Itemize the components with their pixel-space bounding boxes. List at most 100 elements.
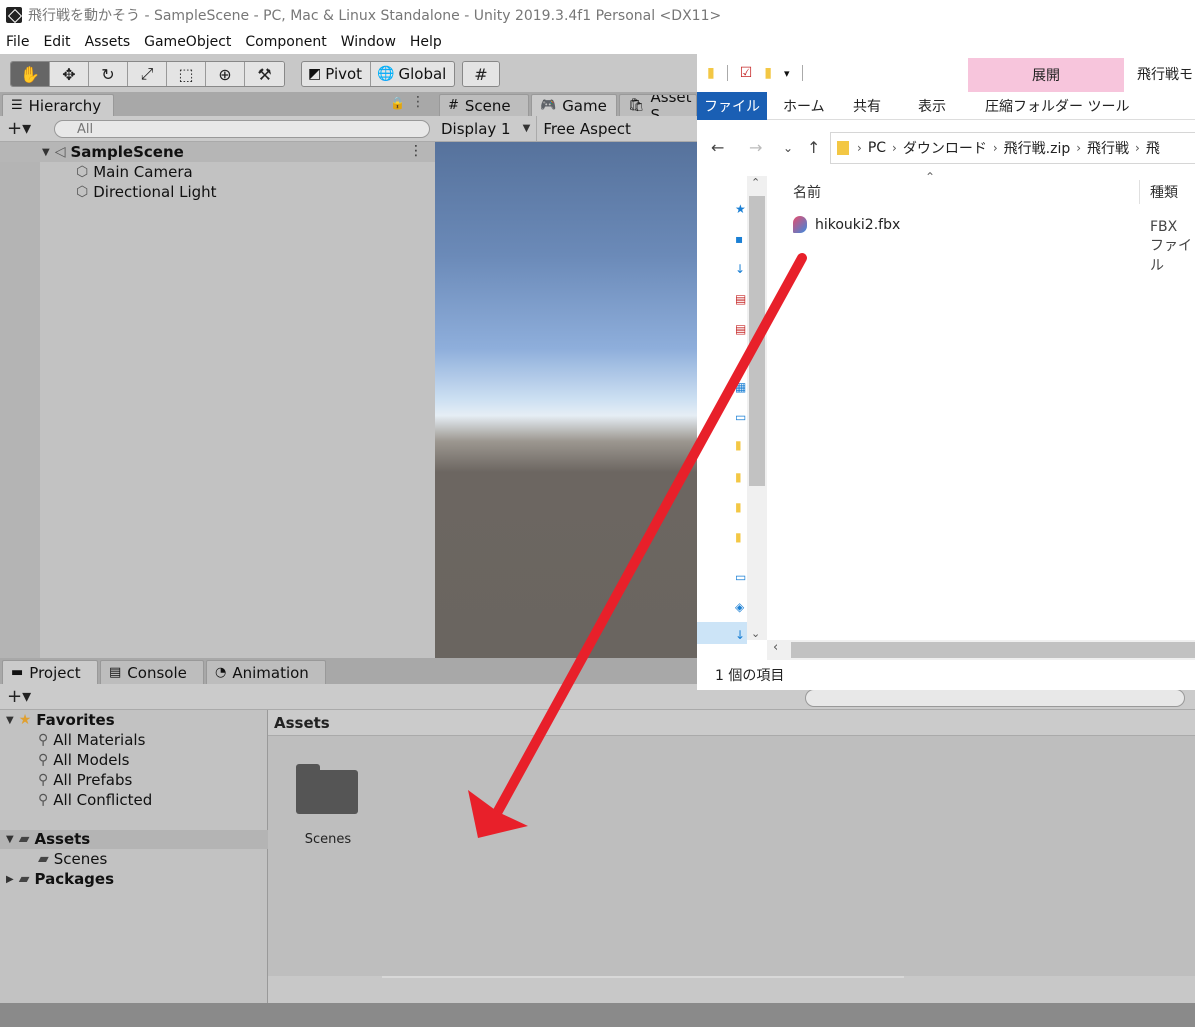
chevron-right-icon[interactable]: › [1135, 141, 1140, 155]
tab-scene[interactable]: # Scene [439, 94, 529, 116]
horizontal-scrollbar[interactable]: ‹ [767, 640, 1195, 660]
create-dropdown-button[interactable]: +▾ [7, 118, 31, 139]
tree-item-scenes[interactable]: ▰ Scenes [38, 849, 107, 869]
column-header-name[interactable]: 名前 [793, 182, 821, 202]
customize-dropdown-icon[interactable]: ▾ [784, 67, 790, 80]
chevron-right-icon[interactable]: › [892, 141, 897, 155]
chevron-right-icon[interactable]: › [1076, 141, 1081, 155]
tree-item-all-materials[interactable]: ⚲ All Materials [38, 730, 145, 750]
horizontal-scroll-thumb[interactable] [791, 642, 1195, 658]
breadcrumb-subfolder[interactable]: 飛 [1146, 138, 1160, 158]
tab-hierarchy[interactable]: ☰ Hierarchy [2, 94, 114, 116]
hand-tool-button[interactable]: ✋ [11, 62, 50, 86]
breadcrumb-zip[interactable]: 飛行戦.zip [1004, 138, 1071, 158]
tree-item-directional-light[interactable]: ⬡ Directional Light [76, 182, 217, 202]
chevron-up-icon[interactable]: ⌃ [751, 176, 760, 189]
downloads-icon[interactable]: ↓ [735, 628, 745, 642]
new-folder-icon[interactable]: ▮ [764, 65, 772, 81]
lock-icon[interactable]: 🔒 [390, 96, 405, 110]
file-row[interactable]: hikouki2.fbx [793, 216, 900, 233]
back-arrow-icon[interactable]: ← [711, 138, 724, 157]
chevron-right-icon[interactable]: › [857, 141, 862, 155]
breadcrumb-folder[interactable]: 飛行戦 [1087, 138, 1129, 158]
custom-tool-button[interactable]: ⚒ [245, 62, 284, 86]
windows-icon[interactable]: ▦ [735, 380, 746, 394]
breadcrumb-downloads[interactable]: ダウンロード [903, 138, 987, 158]
tree-item-samplescene[interactable]: ▼ ◁ SampleScene [42, 142, 184, 162]
pivot-toggle-button[interactable]: ◩ Pivot [302, 62, 372, 86]
tree-item-all-conflicted[interactable]: ⚲ All Conflicted [38, 790, 152, 810]
tab-game[interactable]: 🎮 Game [531, 94, 617, 116]
pc-icon[interactable]: ▭ [735, 570, 746, 584]
rect-tool-button[interactable]: ⬚ [167, 62, 206, 86]
game-view-viewport[interactable] [435, 142, 697, 658]
scale-tool-button[interactable]: ⤢ [128, 62, 167, 86]
display-dropdown[interactable]: Display 1 ▼ [435, 115, 538, 142]
icon-size-slider[interactable] [382, 976, 904, 978]
tree-item-favorites[interactable]: ▼ ★ Favorites [6, 710, 115, 730]
project-search-input[interactable] [805, 689, 1185, 707]
create-asset-dropdown-button[interactable]: +▾ [7, 686, 31, 707]
rotate-tool-button[interactable]: ↻ [89, 62, 128, 86]
tree-item-all-prefabs[interactable]: ⚲ All Prefabs [38, 770, 132, 790]
expand-arrow-icon[interactable]: ▼ [6, 834, 14, 845]
column-divider[interactable] [1139, 180, 1140, 204]
document-icon[interactable]: ▤ [735, 292, 746, 306]
expand-arrow-icon[interactable]: ▼ [42, 147, 50, 158]
tab-project[interactable]: ▬ Project [2, 660, 98, 684]
folder-icon[interactable]: ▮ [735, 530, 742, 544]
quick-access-star-icon[interactable]: ★ [735, 202, 746, 216]
menu-file[interactable]: File [6, 34, 29, 50]
scene-options-icon[interactable]: ⋮ [409, 143, 423, 159]
menu-component[interactable]: Component [245, 34, 326, 50]
tab-animation[interactable]: ◔ Animation [206, 660, 326, 684]
ribbon-tab-home[interactable]: ホーム [783, 92, 825, 120]
address-bar[interactable]: › PC › ダウンロード › 飛行戦.zip › 飛行戦 › 飛 [830, 132, 1195, 164]
ribbon-tab-file[interactable]: ファイル [697, 92, 767, 120]
project-content-area[interactable]: Scenes [268, 736, 1195, 976]
global-toggle-button[interactable]: 🌐 Global [371, 62, 454, 86]
tree-item-main-camera[interactable]: ⬡ Main Camera [76, 162, 193, 182]
ribbon-tab-share[interactable]: 共有 [853, 92, 881, 120]
properties-check-icon[interactable]: ☑ [740, 65, 753, 81]
chevron-right-icon[interactable]: › [993, 141, 998, 155]
tree-item-packages[interactable]: ▶ ▰ Packages [6, 869, 114, 889]
expand-arrow-icon[interactable]: ▼ [6, 715, 14, 726]
column-header-type[interactable]: 種類 [1150, 182, 1178, 202]
tab-asset-store[interactable]: 🛍 Asset S [619, 94, 697, 116]
up-arrow-icon[interactable]: ↑ [807, 138, 820, 157]
chevron-down-icon[interactable]: ⌄ [751, 627, 760, 640]
aspect-dropdown[interactable]: Free Aspect [537, 116, 637, 142]
kebab-menu-icon[interactable]: ⋮ [411, 94, 425, 110]
menu-assets[interactable]: Assets [85, 34, 131, 50]
desktop-icon[interactable]: ▪ [735, 232, 743, 246]
document-icon[interactable]: ▤ [735, 322, 746, 336]
menu-gameobject[interactable]: GameObject [144, 34, 231, 50]
ribbon-tab-view[interactable]: 表示 [918, 92, 946, 120]
extract-context-tab[interactable]: 展開 [968, 58, 1124, 92]
transform-tool-button[interactable]: ⊕ [206, 62, 245, 86]
folder-icon[interactable]: ▮ [735, 470, 742, 484]
grid-snap-button[interactable]: # [463, 62, 499, 86]
hierarchy-search-input[interactable] [54, 120, 430, 138]
nav-pane-scroll-thumb[interactable] [749, 196, 765, 486]
recent-locations-chevron-icon[interactable]: ⌄ [783, 141, 793, 155]
drive-icon[interactable]: ▭ [735, 410, 746, 424]
folder-icon[interactable]: ▮ [735, 438, 742, 452]
folder-icon[interactable]: ▮ [707, 65, 715, 81]
tree-item-assets[interactable]: ▼ ▰ Assets [6, 829, 90, 849]
content-header-label[interactable]: Assets [274, 714, 330, 732]
downloads-icon[interactable]: ↓ [735, 262, 745, 276]
move-tool-button[interactable]: ✥ [50, 62, 89, 86]
menu-window[interactable]: Window [341, 34, 396, 50]
folder-scenes-icon[interactable] [296, 764, 358, 814]
menu-help[interactable]: Help [410, 34, 442, 50]
chevron-left-icon[interactable]: ‹ [773, 640, 778, 655]
menu-edit[interactable]: Edit [43, 34, 70, 50]
tree-item-all-models[interactable]: ⚲ All Models [38, 750, 129, 770]
3d-objects-icon[interactable]: ◈ [735, 600, 744, 614]
folder-icon[interactable]: ▮ [735, 500, 742, 514]
breadcrumb-pc[interactable]: PC [868, 140, 886, 156]
forward-arrow-icon[interactable]: → [749, 138, 762, 157]
tab-console[interactable]: ▤ Console [100, 660, 204, 684]
